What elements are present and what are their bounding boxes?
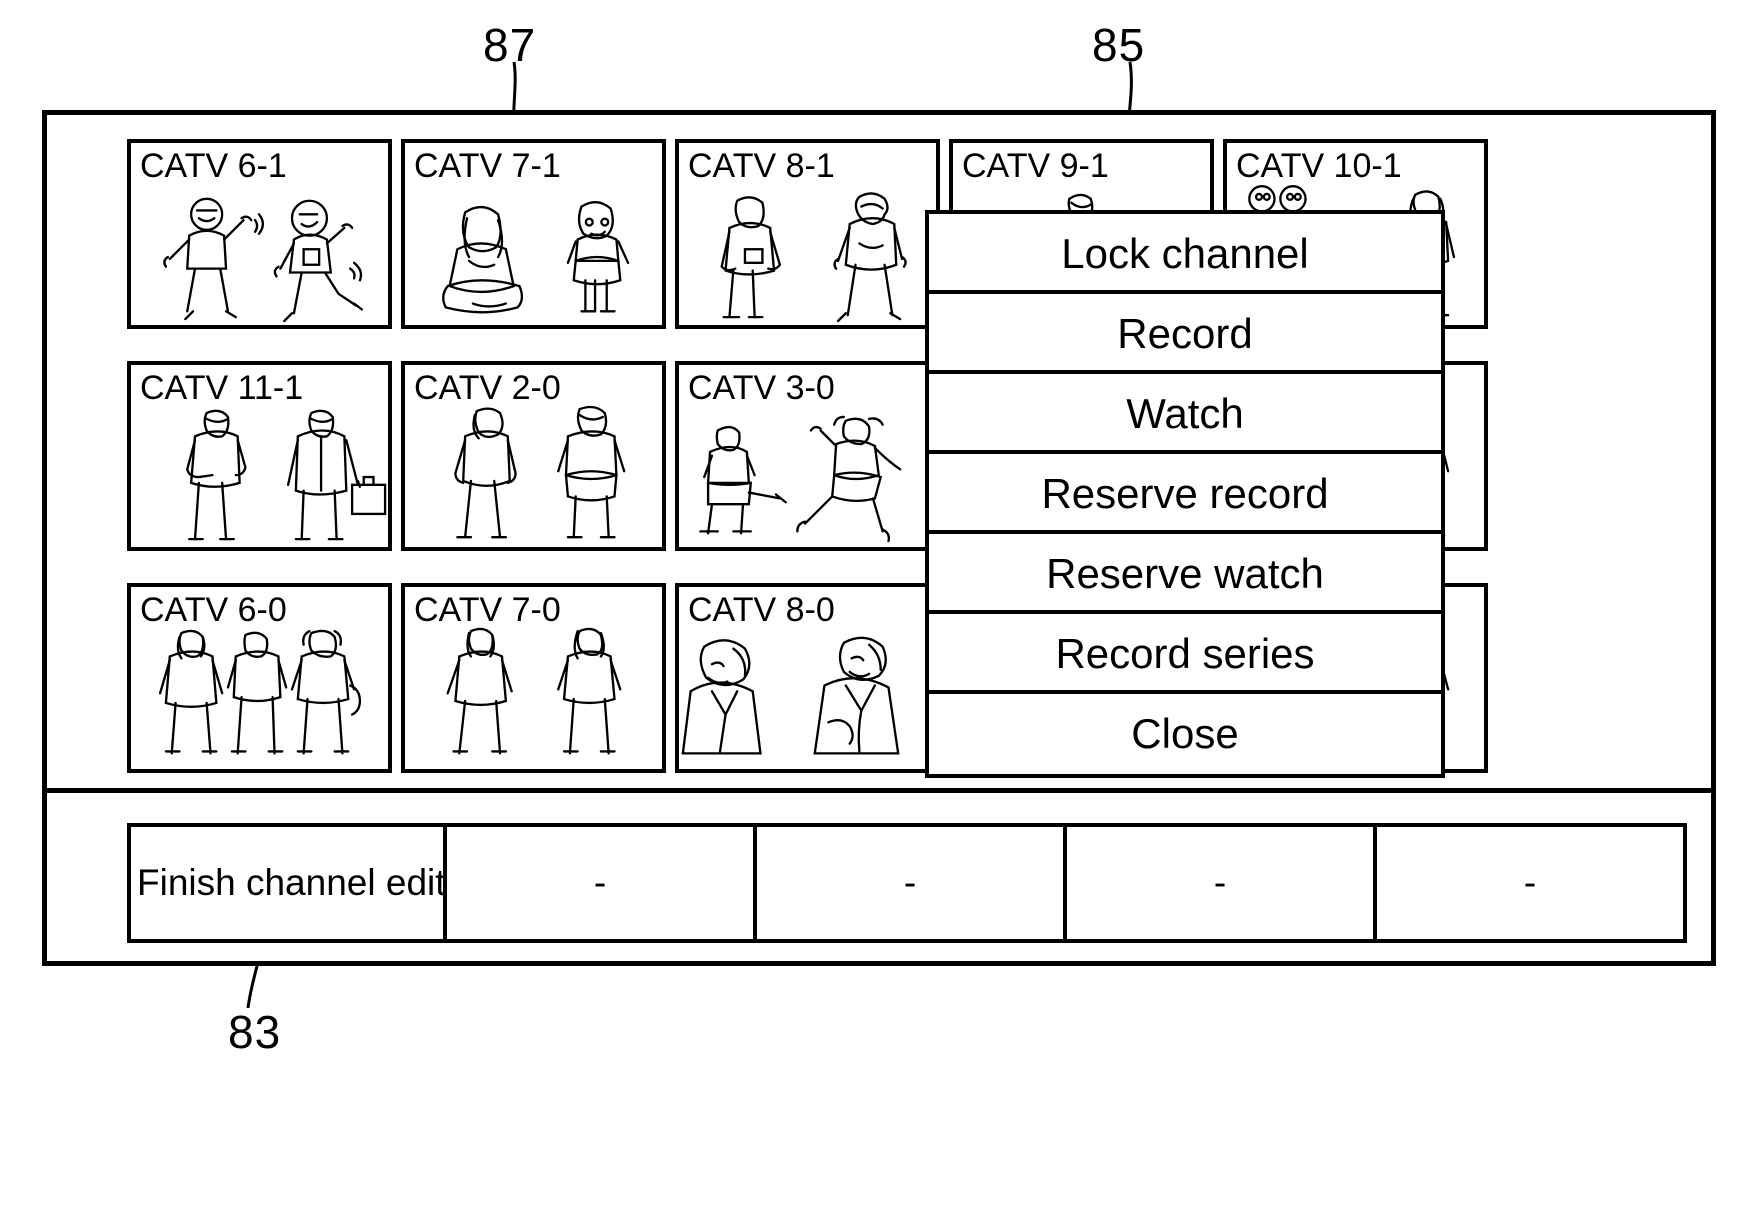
channel-cell[interactable]: CATV 2-0 <box>401 361 666 551</box>
leader-line-83 <box>240 961 280 1012</box>
channel-cell[interactable]: CATV 6-0 <box>127 583 392 773</box>
channel-grid-row: CATV 11-1 CATV 2-0 CATV 3-0 <box>127 361 1687 551</box>
two-men-walking-art <box>679 183 936 325</box>
menu-item-lock-channel[interactable]: Lock channel <box>929 214 1441 294</box>
toolbar-button-3[interactable]: - <box>757 827 1067 939</box>
channel-cell[interactable]: CATV 7-0 <box>401 583 666 773</box>
menu-item-watch[interactable]: Watch <box>929 374 1441 454</box>
channel-label: CATV 8-0 <box>688 591 835 629</box>
seated-man-and-reclining-woman-art <box>679 405 936 547</box>
man-and-businessman-with-briefcase-art <box>131 405 388 547</box>
seated-person-and-standing-girl-art <box>405 183 662 325</box>
channel-cell[interactable]: CATV 3-0 <box>675 361 940 551</box>
channel-cell[interactable]: CATV 8-0 <box>675 583 940 773</box>
channel-label: CATV 3-0 <box>688 369 835 407</box>
channel-label: CATV 10-1 <box>1236 147 1402 185</box>
channel-label: CATV 2-0 <box>414 369 561 407</box>
channel-label: CATV 8-1 <box>688 147 835 185</box>
menu-item-reserve-record[interactable]: Reserve record <box>929 454 1441 534</box>
context-menu[interactable]: Lock channel Record Watch Reserve record… <box>925 210 1445 778</box>
channel-label: CATV 9-1 <box>962 147 1109 185</box>
channel-grid-row: CATV 6-1 CATV 7-1 CATV 8-1 CATV 9-1 CATV… <box>127 139 1687 329</box>
two-women-walking-art <box>405 627 662 769</box>
channel-label: CATV 6-0 <box>140 591 287 629</box>
channel-cell[interactable]: CATV 8-1 <box>675 139 940 329</box>
menu-item-reserve-watch[interactable]: Reserve watch <box>929 534 1441 614</box>
tv-screen: CATV 6-1 CATV 7-1 CATV 8-1 CATV 9-1 CATV… <box>42 110 1716 966</box>
two-people-standing-art <box>405 405 662 547</box>
menu-item-close[interactable]: Close <box>929 694 1441 774</box>
finish-channel-edit-button[interactable]: Finish channel edit <box>131 827 447 939</box>
channel-cell[interactable]: CATV 11-1 <box>127 361 392 551</box>
channel-label: CATV 11-1 <box>140 369 304 407</box>
three-women-walking-art <box>131 627 388 769</box>
channel-cell[interactable]: CATV 7-1 <box>401 139 666 329</box>
toolbar-button-5[interactable]: - <box>1377 827 1683 939</box>
channel-label: CATV 7-1 <box>414 147 561 185</box>
patent-figure: 87 85 83 CATV 6-1 CATV 7-1 CATV 8-1 CATV… <box>0 0 1750 1207</box>
two-people-dancing-art <box>131 183 388 325</box>
toolbar-button-4[interactable]: - <box>1067 827 1377 939</box>
channel-label: CATV 7-0 <box>414 591 561 629</box>
channel-grid-row: CATV 6-0 CATV 7-0 CATV 8-0 <box>127 583 1687 773</box>
menu-item-record[interactable]: Record <box>929 294 1441 374</box>
channel-cell[interactable]: CATV 6-1 <box>127 139 392 329</box>
two-men-talking-art <box>679 627 936 769</box>
channel-grid: CATV 6-1 CATV 7-1 CATV 8-1 CATV 9-1 CATV… <box>127 139 1687 789</box>
reference-numeral-83: 83 <box>228 1006 282 1058</box>
bottom-toolbar: Finish channel edit - - - - <box>127 823 1687 943</box>
channel-label: CATV 6-1 <box>140 147 287 185</box>
toolbar-button-2[interactable]: - <box>447 827 757 939</box>
menu-item-record-series[interactable]: Record series <box>929 614 1441 694</box>
